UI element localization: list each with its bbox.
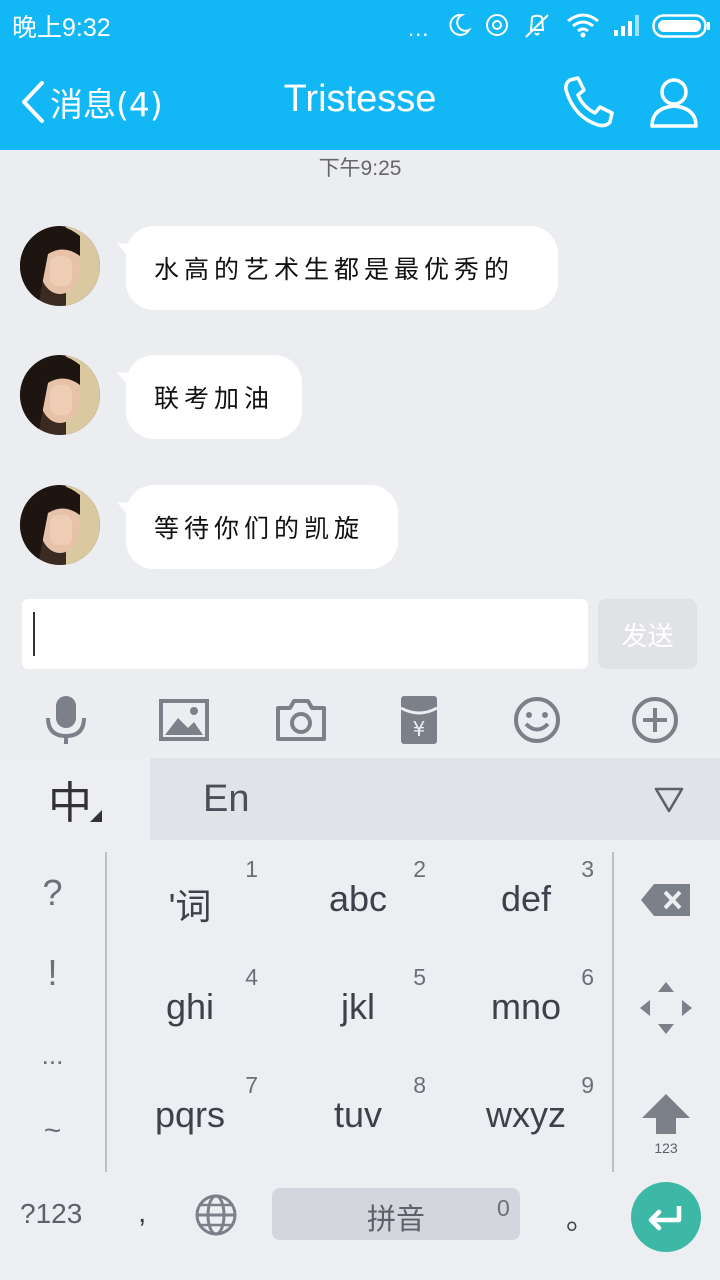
message-bubble[interactable]: 等待你们的凯旋	[126, 485, 398, 569]
cursor-move-icon[interactable]	[638, 980, 694, 1036]
microphone-icon[interactable]	[38, 692, 94, 748]
sync-icon	[486, 14, 508, 36]
period-key[interactable]: 。	[566, 1194, 596, 1238]
text-caret	[33, 612, 35, 656]
t9-key[interactable]: mno 6	[442, 964, 610, 1070]
phone-icon[interactable]	[558, 74, 618, 130]
t9-key[interactable]: '词 1	[106, 856, 274, 962]
moon-icon	[449, 13, 472, 36]
t9-key[interactable]: def 3	[442, 856, 610, 962]
symbol-key-tilde[interactable]: ~	[0, 1114, 105, 1148]
t9-key[interactable]: jkl 5	[274, 964, 442, 1070]
image-icon[interactable]	[156, 692, 212, 748]
vibrate-off-icon	[525, 14, 549, 38]
red-packet-icon[interactable]: ¥	[391, 692, 447, 748]
back-label: 消息(4)	[50, 85, 163, 124]
message-bubble[interactable]: 水高的艺术生都是最优秀的	[126, 226, 558, 310]
corner-triangle-icon	[90, 810, 102, 822]
shift-key[interactable]: 123	[638, 1092, 694, 1156]
enter-arrow-icon	[648, 1206, 682, 1231]
notification-dots-icon: ...	[408, 16, 430, 41]
chinese-mode-button[interactable]: 中	[0, 758, 150, 840]
message-row: 水高的艺术生都是最优秀的	[20, 226, 560, 310]
space-label: 拼音	[366, 1202, 425, 1236]
t9-key[interactable]: abc 2	[274, 856, 442, 962]
status-time: 晚上9:32	[12, 14, 111, 42]
backspace-icon[interactable]	[640, 882, 692, 918]
chinese-mode-label: 中	[48, 778, 92, 829]
back-button[interactable]: 消息(4)	[20, 78, 163, 126]
wifi-icon	[567, 13, 599, 38]
plus-icon[interactable]	[627, 692, 683, 748]
space-number: 0	[497, 1195, 510, 1221]
t9-key[interactable]: wxyz 9	[442, 1072, 610, 1178]
t9-key[interactable]: tuv 8	[274, 1072, 442, 1178]
avatar[interactable]	[20, 226, 100, 306]
enter-key[interactable]	[631, 1182, 701, 1252]
dropdown-triangle-icon[interactable]	[653, 786, 685, 814]
battery-icon	[652, 14, 710, 38]
symbol-key-question[interactable]: ?	[0, 872, 105, 914]
symbol-key-exclaim[interactable]: !	[0, 952, 105, 994]
message-input[interactable]	[22, 599, 588, 669]
message-timestamp: 下午9:25	[318, 157, 402, 180]
message-row: 等待你们的凯旋	[20, 485, 420, 569]
t9-key[interactable]: pqrs 7	[106, 1072, 274, 1178]
camera-icon[interactable]	[273, 692, 329, 748]
message-bubble[interactable]: 联考加油	[126, 355, 302, 439]
emoji-icon[interactable]	[509, 692, 565, 748]
symbol-key-ellipsis[interactable]: ...	[0, 1040, 105, 1071]
profile-icon[interactable]	[646, 74, 702, 130]
avatar[interactable]	[20, 485, 100, 565]
shift-label: 123	[654, 1140, 678, 1156]
avatar[interactable]	[20, 355, 100, 435]
signal-icon	[614, 15, 639, 36]
message-row: 联考加油	[20, 355, 320, 439]
shift-arrow-icon	[642, 1094, 690, 1134]
num-switch-key[interactable]: ?123	[20, 1198, 82, 1230]
globe-icon[interactable]	[194, 1193, 238, 1237]
english-mode-label: En	[203, 778, 250, 820]
chevron-left-icon	[22, 81, 44, 123]
send-button[interactable]: 发送	[598, 599, 697, 669]
t9-key[interactable]: ghi 4	[106, 964, 274, 1070]
comma-key[interactable]: ,	[138, 1196, 146, 1230]
divider	[612, 852, 614, 1172]
svg-text:¥: ¥	[413, 717, 426, 741]
